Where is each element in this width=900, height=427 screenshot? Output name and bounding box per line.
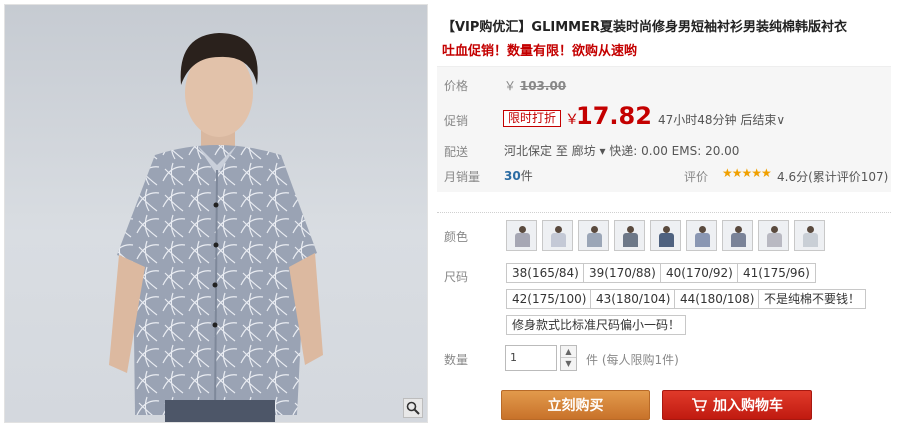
size-option[interactable]: 41(175/96): [737, 263, 816, 283]
size-option[interactable]: 44(180/108): [674, 289, 761, 309]
promo-tag: 限时打折: [503, 110, 562, 127]
size-option[interactable]: 修身款式比标准尺码偏小一码！: [506, 315, 687, 335]
swatch-shirt: [587, 233, 602, 247]
size-option[interactable]: 38(165/84): [506, 263, 585, 283]
color-swatch[interactable]: [506, 220, 537, 251]
color-label: 颜色: [444, 230, 469, 244]
swatch-model-head: [519, 226, 526, 233]
swatch-model-head: [771, 226, 778, 233]
swatch-model-head: [807, 226, 814, 233]
original-price-value: 103.00: [519, 79, 567, 93]
swatch-model-head: [699, 226, 706, 233]
swatch-model-head: [735, 226, 742, 233]
swatch-model-head: [627, 226, 634, 233]
size-option[interactable]: 43(180/104): [590, 289, 677, 309]
shipping-label: 配送: [444, 145, 469, 159]
product-photo-illustration: [109, 33, 323, 422]
color-swatch[interactable]: [542, 220, 573, 251]
original-price: ￥ 103.00: [504, 77, 566, 94]
swatch-shirt: [731, 233, 746, 247]
quantity-stepper[interactable]: ▲ ▼: [560, 345, 577, 371]
promo-price: 17.82: [576, 102, 652, 130]
color-swatch-list: [506, 220, 825, 251]
swatch-shirt: [659, 233, 674, 247]
color-swatch[interactable]: [650, 220, 681, 251]
swatch-shirt: [803, 233, 818, 247]
shipping-info[interactable]: 河北保定 至 廊坊 ▾ 快递: 0.00 EMS: 20.00: [504, 142, 739, 159]
size-option[interactable]: 40(170/92): [660, 263, 739, 283]
add-to-cart-button[interactable]: 加入购物车: [662, 390, 812, 420]
color-swatch[interactable]: [686, 220, 717, 251]
size-option[interactable]: 42(175/100): [506, 289, 593, 309]
monthly-sales-label: 月销量: [444, 170, 481, 184]
zoom-button[interactable]: [403, 398, 423, 418]
monthly-sales-unit: 件: [520, 169, 533, 183]
rating-label: 评价: [684, 170, 709, 184]
color-swatch[interactable]: [578, 220, 609, 251]
size-label: 尺码: [444, 270, 469, 284]
price-label: 价格: [444, 79, 469, 93]
buy-now-button[interactable]: 立刻购买: [501, 390, 650, 420]
quantity-label: 数量: [444, 353, 469, 367]
product-title: 【VIP购优汇】GLIMMER夏装时尚修身男短袖衬衫男装纯棉韩版衬衣: [442, 20, 847, 35]
stepper-up-icon[interactable]: ▲: [561, 346, 576, 358]
quantity-input[interactable]: 1: [505, 345, 557, 371]
add-to-cart-label: 加入购物车: [713, 398, 783, 414]
color-swatch[interactable]: [722, 220, 753, 251]
product-image[interactable]: [4, 4, 428, 423]
rating-stars-icon: ★★★★★: [722, 166, 772, 180]
quantity-limit-note: 件 (每人限购1件): [586, 353, 679, 367]
swatch-shirt: [623, 233, 638, 247]
swatch-model-head: [591, 226, 598, 233]
cart-icon: [692, 397, 708, 411]
color-swatch[interactable]: [758, 220, 789, 251]
color-swatch[interactable]: [794, 220, 825, 251]
magnifier-icon: [406, 401, 420, 415]
product-subtitle: 吐血促销！数量有限！欲购从速哟: [442, 44, 638, 59]
promo-label: 促销: [444, 114, 469, 128]
color-swatch[interactable]: [614, 220, 645, 251]
rating-summary-link[interactable]: 4.6分(累计评价107): [777, 168, 888, 185]
swatch-model-head: [555, 226, 562, 233]
monthly-sales: 30件: [504, 167, 533, 184]
section-divider: [437, 212, 891, 213]
monthly-sales-count: 30: [504, 169, 521, 183]
stepper-down-icon[interactable]: ▼: [561, 358, 576, 370]
promo-countdown[interactable]: 47小时48分钟 后结束∨: [658, 111, 785, 128]
swatch-shirt: [767, 233, 782, 247]
swatch-shirt: [695, 233, 710, 247]
swatch-shirt: [551, 233, 566, 247]
original-price-currency: ￥: [504, 79, 517, 93]
swatch-shirt: [515, 233, 530, 247]
size-option[interactable]: 不是纯棉不要钱！: [758, 289, 867, 309]
swatch-model-head: [663, 226, 670, 233]
size-option[interactable]: 39(170/88): [583, 263, 662, 283]
